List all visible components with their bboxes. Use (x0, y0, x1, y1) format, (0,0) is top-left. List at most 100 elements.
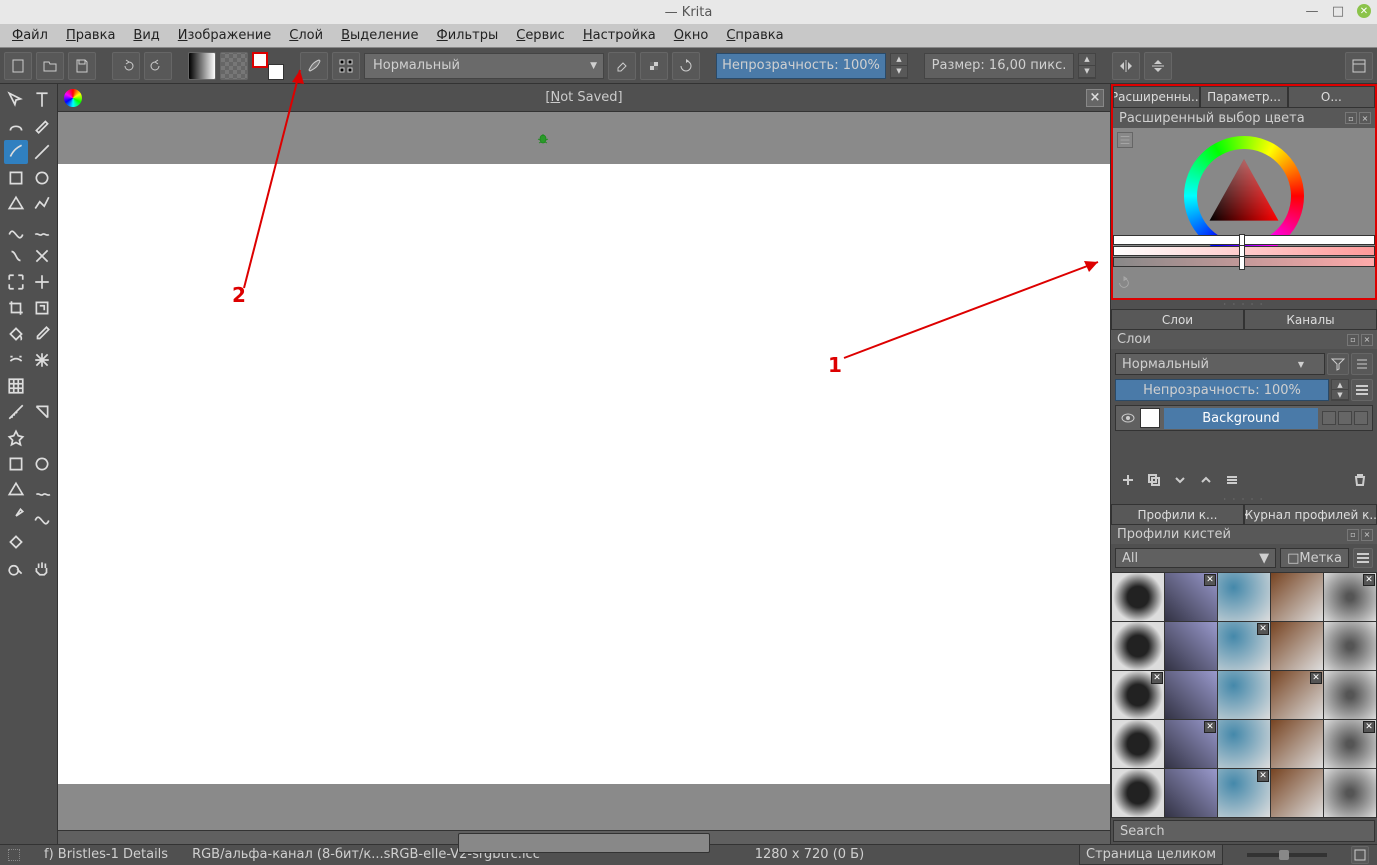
tool-freehand[interactable] (30, 218, 54, 242)
brush-preset-9[interactable] (1324, 622, 1376, 670)
canvas-viewport[interactable] (58, 112, 1110, 830)
layer-opacity-slider[interactable]: Непрозрачность: 100% (1115, 379, 1329, 401)
canvas[interactable] (58, 164, 1110, 784)
menu-Выделение[interactable]: Выделение (333, 26, 426, 45)
brush-preset-5[interactable] (1112, 622, 1164, 670)
menu-Сервис[interactable]: Сервис (508, 26, 573, 45)
tool-cselect[interactable] (4, 504, 28, 528)
mirror-v-icon[interactable] (1144, 52, 1172, 80)
float-icon[interactable]: ▫ (1345, 112, 1357, 124)
tab-0[interactable]: Профили к... (1111, 504, 1244, 525)
tab-1[interactable]: Параметр... (1200, 86, 1287, 108)
layer-settings-button[interactable] (1223, 471, 1241, 489)
tool-reference[interactable] (30, 400, 54, 424)
tool-grid[interactable] (4, 374, 28, 398)
tool-rselect[interactable] (4, 452, 28, 476)
tool-move[interactable] (30, 270, 54, 294)
brush-preset-17[interactable] (1218, 720, 1270, 768)
add-layer-button[interactable] (1119, 471, 1137, 489)
layer-menu-icon[interactable] (1351, 353, 1373, 375)
layer-blend-combo[interactable]: Нормальный▼ (1115, 353, 1325, 375)
redo-icon[interactable] (144, 52, 172, 80)
tool-assist[interactable] (30, 348, 54, 372)
brush-preset-1[interactable]: ✕ (1165, 573, 1217, 621)
tab-2[interactable]: О... (1288, 86, 1375, 108)
tool-fselect[interactable] (30, 478, 54, 502)
duplicate-layer-button[interactable] (1145, 471, 1163, 489)
brush-preset-2[interactable] (1218, 573, 1270, 621)
update-shades-icon[interactable] (1117, 276, 1131, 294)
brush-preset-16[interactable]: ✕ (1165, 720, 1217, 768)
brush-preset-22[interactable]: ✕ (1218, 769, 1270, 817)
panel-grip[interactable]: · · · · · (1111, 495, 1377, 504)
horizontal-scrollbar[interactable] (58, 830, 1110, 844)
shade-strip-1[interactable] (1113, 235, 1375, 245)
brush-preset-3[interactable] (1271, 573, 1323, 621)
tool-brush[interactable] (4, 140, 28, 164)
brush-preset-8[interactable] (1271, 622, 1323, 670)
float-icon[interactable]: ▫ (1347, 529, 1359, 541)
size-slider[interactable]: Размер: 16,00 пикс. (924, 53, 1074, 79)
brush-view-icon[interactable] (1353, 548, 1373, 568)
brush-preset-24[interactable] (1324, 769, 1376, 817)
new-icon[interactable] (4, 52, 32, 80)
tool-arrow[interactable] (4, 88, 28, 112)
visibility-icon[interactable] (1120, 410, 1136, 426)
inherit-alpha-icon[interactable] (1354, 411, 1368, 425)
float-icon[interactable]: ▫ (1347, 334, 1359, 346)
tool-mag[interactable] (4, 530, 28, 554)
menu-Изображение[interactable]: Изображение (170, 26, 280, 45)
panel-grip[interactable]: · · · · · (1111, 300, 1377, 309)
tool-multi[interactable] (30, 244, 54, 268)
menu-Окно[interactable]: Окно (666, 26, 717, 45)
tool-measure[interactable] (4, 400, 28, 424)
tool-transform[interactable] (4, 270, 28, 294)
tool-picker[interactable] (30, 322, 54, 346)
tool-pan[interactable] (30, 556, 54, 580)
zoom-slider[interactable] (1247, 853, 1327, 857)
layer-opacity-spinner[interactable]: ▲▼ (1331, 379, 1349, 401)
brush-preset-11[interactable] (1165, 671, 1217, 719)
brush-tag-label[interactable]: □ Метка (1280, 548, 1349, 568)
tab-1[interactable]: Каналы (1244, 309, 1377, 330)
alpha-icon[interactable] (1338, 411, 1352, 425)
tab-0[interactable]: Расширенны... (1113, 86, 1200, 108)
tool-fill[interactable] (4, 322, 28, 346)
brush-grid[interactable]: ✕✕✕✕✕✕✕✕ (1111, 572, 1377, 818)
close-panel-icon[interactable]: × (1361, 529, 1373, 541)
tool-crop2[interactable] (30, 296, 54, 320)
save-icon[interactable] (68, 52, 96, 80)
brush-preset-icon[interactable] (300, 52, 328, 80)
open-icon[interactable] (36, 52, 64, 80)
blend-mode-combo[interactable]: Нормальный▼ (364, 53, 604, 79)
brush-preset-0[interactable] (1112, 573, 1164, 621)
menu-Слой[interactable]: Слой (281, 26, 331, 45)
menu-Вид[interactable]: Вид (125, 26, 167, 45)
tool-polygon[interactable] (4, 192, 28, 216)
brush-preset-20[interactable] (1112, 769, 1164, 817)
brush-preset-19[interactable]: ✕ (1324, 720, 1376, 768)
brush-preset-7[interactable]: ✕ (1218, 622, 1270, 670)
menu-Файл[interactable]: Файл (4, 26, 56, 45)
layer-filter-icon[interactable] (1327, 353, 1349, 375)
zoom-fit-icon[interactable] (1351, 846, 1369, 864)
brush-preset-13[interactable]: ✕ (1271, 671, 1323, 719)
tab-0[interactable]: Слои (1111, 309, 1244, 330)
close-panel-icon[interactable]: × (1361, 334, 1373, 346)
tool-eselect[interactable] (30, 452, 54, 476)
maximize-button[interactable]: □ (1331, 4, 1345, 18)
tool-pin[interactable] (4, 426, 28, 450)
shade-strip-3[interactable] (1113, 257, 1375, 267)
menu-Настройка[interactable]: Настройка (575, 26, 664, 45)
tool-text[interactable] (30, 88, 54, 112)
brush-search-input[interactable]: Search (1113, 820, 1375, 842)
tool-polyline[interactable] (30, 192, 54, 216)
layer-row-background[interactable]: Background (1115, 405, 1373, 431)
minimize-button[interactable]: — (1305, 4, 1319, 18)
shade-strip-2[interactable] (1113, 246, 1375, 256)
size-spinner[interactable]: ▲▼ (1078, 53, 1096, 79)
pattern-swatch[interactable] (220, 52, 248, 80)
tool-pselect[interactable] (4, 478, 28, 502)
sv-triangle[interactable] (1203, 155, 1285, 237)
mirror-h-icon[interactable] (1112, 52, 1140, 80)
